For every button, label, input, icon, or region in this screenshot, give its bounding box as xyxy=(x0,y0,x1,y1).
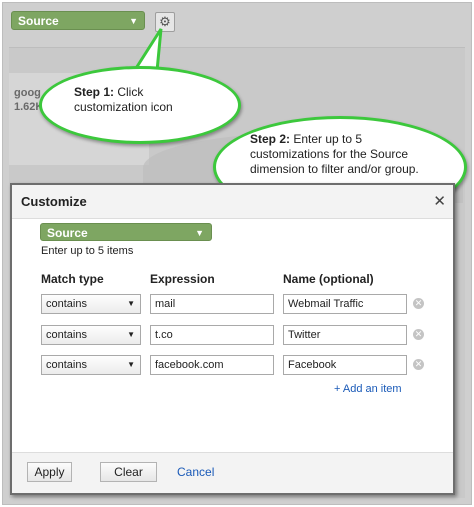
remove-circle-icon[interactable]: ✕ xyxy=(413,298,424,309)
match-type-value: contains xyxy=(46,329,87,341)
remove-circle-icon[interactable]: ✕ xyxy=(413,329,424,340)
name-input[interactable]: Twitter xyxy=(283,325,407,345)
screenshot-frame: goog 1.62K Source ▼ ⚙ Step 1: Click cust… xyxy=(2,2,472,505)
clear-button[interactable]: Clear xyxy=(100,462,157,482)
remove-circle-icon[interactable]: ✕ xyxy=(413,359,424,370)
match-type-value: contains xyxy=(46,359,87,371)
dialog-dimension-select[interactable]: Source ▼ xyxy=(40,223,212,241)
chevron-down-icon: ▼ xyxy=(127,299,135,308)
customize-dialog: Customize ✕ Source ▼ Enter up to 5 items… xyxy=(10,183,455,495)
match-type-value: contains xyxy=(46,298,87,310)
callout-step-1: Step 1: Click customization icon xyxy=(39,66,241,144)
chevron-down-icon: ▼ xyxy=(127,360,135,369)
header-match-type: Match type xyxy=(41,272,104,286)
dialog-footer: Apply Clear Cancel xyxy=(12,452,453,493)
source-dimension-label: Source xyxy=(18,14,59,28)
dialog-header: Customize ✕ xyxy=(12,185,453,219)
header-expression: Expression xyxy=(150,272,215,286)
background-card-label: goog xyxy=(14,87,41,99)
callout-step-1-text: Step 1: Click customization icon xyxy=(74,85,214,115)
match-type-select[interactable]: contains ▼ xyxy=(41,355,141,375)
name-input[interactable]: Facebook xyxy=(283,355,407,375)
chevron-down-icon: ▼ xyxy=(127,330,135,339)
dialog-title: Customize xyxy=(21,194,87,209)
expression-input[interactable]: facebook.com xyxy=(150,355,274,375)
name-input[interactable]: Webmail Traffic xyxy=(283,294,407,314)
callout-step-2-label: Step 2: xyxy=(250,132,291,146)
add-item-link[interactable]: + Add an item xyxy=(334,383,402,395)
dialog-dimension-label: Source xyxy=(47,226,88,240)
match-type-select[interactable]: contains ▼ xyxy=(41,325,141,345)
cancel-link[interactable]: Cancel xyxy=(177,465,214,479)
expression-input[interactable]: t.co xyxy=(150,325,274,345)
expression-input[interactable]: mail xyxy=(150,294,274,314)
customization-row: contains ▼ mail Webmail Traffic ✕ xyxy=(12,294,453,316)
callout-step-2-text: Step 2: Enter up to 5 customizations for… xyxy=(250,132,440,177)
dialog-hint: Enter up to 5 items xyxy=(41,245,134,257)
chevron-down-icon: ▼ xyxy=(195,228,204,238)
customization-row: contains ▼ t.co Twitter ✕ xyxy=(12,325,453,347)
match-type-select[interactable]: contains ▼ xyxy=(41,294,141,314)
customization-row: contains ▼ facebook.com Facebook ✕ xyxy=(12,355,453,377)
header-name: Name (optional) xyxy=(283,272,374,286)
close-icon[interactable]: ✕ xyxy=(433,192,446,210)
callout-step-1-label: Step 1: xyxy=(74,85,115,99)
apply-button[interactable]: Apply xyxy=(27,462,72,482)
source-dimension-select[interactable]: Source ▼ xyxy=(11,11,145,30)
